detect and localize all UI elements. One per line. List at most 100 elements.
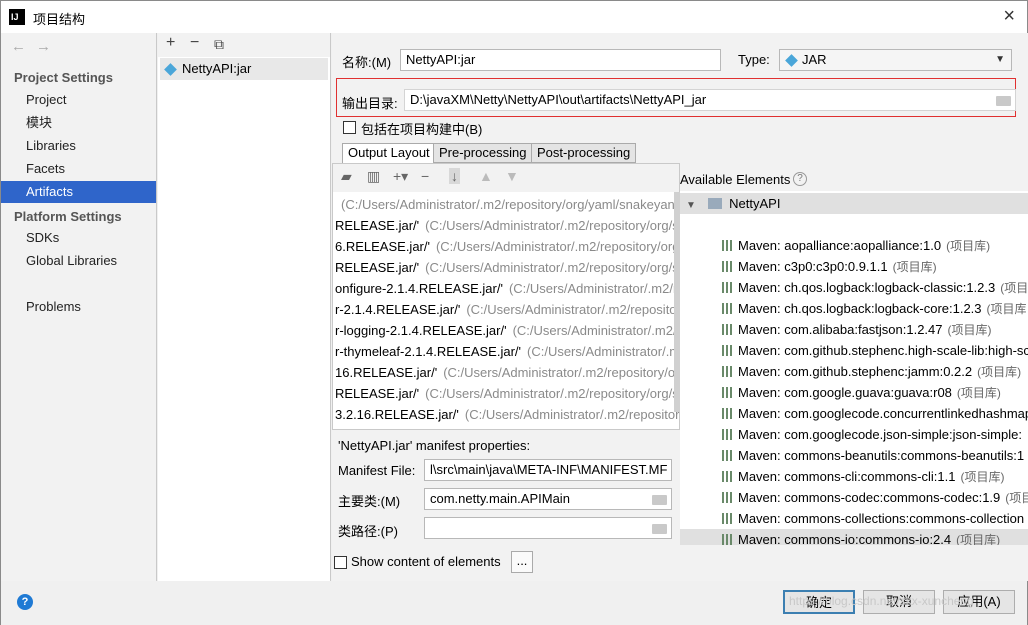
sort-icon[interactable]: ↓ bbox=[449, 168, 460, 184]
sidebar-item-modules[interactable]: 模块 bbox=[1, 112, 156, 134]
back-arrow-icon[interactable]: ← bbox=[11, 38, 36, 55]
new-folder-icon[interactable]: ▰ bbox=[341, 168, 352, 185]
tree-item-maven-library[interactable]: Maven: aopalliance:aopalliance:1.0 (项目库) bbox=[680, 235, 1028, 256]
tree-item-maven-library[interactable]: Maven: commons-io:commons-io:2.4 (项目库) bbox=[680, 529, 1028, 545]
name-label: 名称:(M) bbox=[342, 55, 392, 70]
tree-item-maven-library[interactable]: Maven: com.github.stephenc.high-scale-li… bbox=[680, 340, 1028, 361]
show-content-options-button[interactable]: ... bbox=[511, 551, 533, 573]
layout-row[interactable]: 6.RELEASE.jar/' (C:/Users/Administrator/.… bbox=[335, 236, 679, 257]
layout-row[interactable]: RELEASE.jar/' (C:/Users/Administrator/.m2… bbox=[335, 383, 679, 404]
library-icon bbox=[722, 261, 734, 272]
layout-row-jar: 3.2.16.RELEASE.jar/' bbox=[335, 407, 459, 422]
tree-item-maven-library[interactable]: Maven: com.github.stephenc:jamm:0.2.2 (项目… bbox=[680, 361, 1028, 382]
library-icon bbox=[722, 450, 734, 461]
layout-row[interactable]: RELEASE.jar/' (C:/Users/Administrator/.m2… bbox=[335, 215, 679, 236]
sidebar-item-problems[interactable]: Problems bbox=[1, 296, 156, 318]
layout-row[interactable]: r-thymeleaf-2.1.4.RELEASE.jar/' (C:/Users… bbox=[335, 341, 679, 362]
browse-class-path-icon[interactable] bbox=[652, 524, 667, 534]
library-icon bbox=[722, 408, 734, 419]
tree-item-label: Maven: ch.qos.logback:logback-core:1.2.3 bbox=[738, 301, 982, 316]
main-class-label: 主要类:(M) bbox=[338, 494, 401, 509]
layout-row-path: (C:/Users/Administrator/.m2/repository/o… bbox=[341, 197, 675, 212]
tree-item-maven-library[interactable]: Maven: com.googlecode.json-simple:json-s… bbox=[680, 424, 1028, 445]
add-copy-icon[interactable]: +▾ bbox=[393, 168, 408, 185]
library-icon bbox=[722, 324, 734, 335]
project-settings-header: Project Settings bbox=[14, 70, 113, 85]
available-elements-tree: ▼ NettyAPI Maven: aopalliance:aopallianc… bbox=[680, 191, 1028, 545]
close-icon[interactable]: × bbox=[1003, 5, 1015, 28]
tree-item-label: Maven: commons-collections:commons-colle… bbox=[738, 511, 1025, 526]
name-input[interactable]: NettyAPI:jar bbox=[400, 49, 721, 71]
library-icon bbox=[722, 492, 734, 503]
move-up-icon[interactable]: ▲ bbox=[479, 168, 493, 184]
remove-icon[interactable]: − bbox=[190, 34, 199, 52]
tab-pre-processing[interactable]: Pre-processing bbox=[433, 143, 533, 163]
artifacts-toolbar: + − ⧉ bbox=[158, 33, 330, 57]
chevron-down-icon: ▼ bbox=[995, 54, 1005, 65]
tab-output-layout[interactable]: Output Layout bbox=[342, 143, 436, 163]
layout-row[interactable]: 16.RELEASE.jar/' (C:/Users/Administrator/… bbox=[335, 362, 679, 383]
browse-main-class-icon[interactable] bbox=[652, 495, 667, 505]
add-icon[interactable]: + bbox=[166, 34, 175, 52]
layout-row-path: (C:/Users/Administrator/.m2/repository/o… bbox=[425, 260, 679, 275]
output-directory-input[interactable]: D:\javaXM\Netty\NettyAPI\out\artifacts\N… bbox=[404, 89, 1016, 111]
show-content-checkbox[interactable] bbox=[334, 556, 347, 569]
artifact-detail-panel: 名称:(M) NettyAPI:jar Type: JAR ▼ 输出目录: D:… bbox=[332, 33, 1028, 581]
type-select[interactable]: JAR ▼ bbox=[779, 49, 1012, 71]
sidebar-item-sdks[interactable]: SDKs bbox=[1, 227, 156, 249]
artifact-list-item[interactable]: NettyAPI:jar bbox=[160, 58, 328, 80]
library-icon bbox=[722, 345, 734, 356]
archive-icon[interactable]: ▥ bbox=[367, 168, 380, 185]
include-in-build-checkbox[interactable] bbox=[343, 121, 356, 134]
layout-row[interactable]: (C:/Users/Administrator/.m2/repository/o… bbox=[335, 194, 679, 215]
tree-item-maven-library[interactable]: Maven: c3p0:c3p0:0.9.1.1 (项目库) bbox=[680, 256, 1028, 277]
library-icon bbox=[722, 471, 734, 482]
show-content-label: Show content of elements bbox=[351, 554, 501, 569]
sidebar-item-project[interactable]: Project bbox=[1, 89, 156, 111]
remove-element-icon[interactable]: − bbox=[421, 168, 429, 184]
layout-row-jar: r-logging-2.1.4.RELEASE.jar/' bbox=[335, 323, 507, 338]
layout-row[interactable]: 3.2.16.RELEASE.jar/' (C:/Users/Administra… bbox=[335, 404, 679, 425]
tree-root-label: NettyAPI bbox=[729, 196, 781, 211]
tree-item-maven-library[interactable]: Maven: commons-cli:commons-cli:1.1 (项目库) bbox=[680, 466, 1028, 487]
move-down-icon[interactable]: ▼ bbox=[505, 168, 519, 184]
layout-row-jar: 16.RELEASE.jar/' bbox=[335, 365, 438, 380]
copy-icon[interactable]: ⧉ bbox=[214, 36, 224, 53]
help-icon[interactable]: ? bbox=[793, 172, 807, 186]
tree-item-maven-library[interactable]: Maven: com.google.guava:guava:r08 (项目库) bbox=[680, 382, 1028, 403]
sidebar-item-libraries[interactable]: Libraries bbox=[1, 135, 156, 157]
tree-item-lib-tag: (项目库) bbox=[977, 365, 1022, 379]
layout-row[interactable]: onfigure-2.1.4.RELEASE.jar/' (C:/Users/Ad… bbox=[335, 278, 679, 299]
browse-folder-icon[interactable] bbox=[996, 96, 1011, 106]
class-path-input[interactable] bbox=[424, 517, 672, 539]
nav-arrows: ←→ bbox=[11, 38, 61, 55]
library-icon bbox=[722, 303, 734, 314]
tree-root-nettyapi[interactable]: ▼ NettyAPI bbox=[680, 193, 1028, 214]
main-class-input[interactable]: com.netty.main.APIMain bbox=[424, 488, 672, 510]
tree-item-label: Maven: com.alibaba:fastjson:1.2.47 bbox=[738, 322, 943, 337]
tree-item-label: Maven: com.googlecode.concurrentlinkedha… bbox=[738, 406, 1028, 421]
expand-chevron-icon[interactable]: ▼ bbox=[686, 200, 696, 211]
help-button[interactable]: ? bbox=[17, 594, 33, 610]
sidebar-item-global-libraries[interactable]: Global Libraries bbox=[1, 250, 156, 272]
tree-item-maven-library[interactable]: Maven: com.googlecode.concurrentlinkedha… bbox=[680, 403, 1028, 424]
layout-row[interactable]: RELEASE.jar/' (C:/Users/Administrator/.m2… bbox=[335, 257, 679, 278]
tree-item-label: Maven: com.googlecode.json-simple:json-s… bbox=[738, 427, 1022, 442]
layout-row[interactable]: r-logging-2.1.4.RELEASE.jar/' (C:/Users/A… bbox=[335, 320, 679, 341]
tree-item-maven-library[interactable]: Maven: ch.qos.logback:logback-classic:1.… bbox=[680, 277, 1028, 298]
layout-row[interactable]: r-2.1.4.RELEASE.jar/' (C:/Users/Administr… bbox=[335, 299, 679, 320]
manifest-file-input[interactable]: l\src\main\java\META-INF\MANIFEST.MF bbox=[424, 459, 672, 481]
tree-item-maven-library[interactable]: Maven: ch.qos.logback:logback-core:1.2.3… bbox=[680, 298, 1028, 319]
tree-item-label: Maven: aopalliance:aopalliance:1.0 bbox=[738, 238, 942, 253]
tree-item-maven-library[interactable]: Maven: commons-codec:commons-codec:1.9 (项… bbox=[680, 487, 1028, 508]
sidebar-item-artifacts[interactable]: Artifacts bbox=[1, 181, 156, 203]
tree-item-label: Maven: c3p0:c3p0:0.9.1.1 bbox=[738, 259, 888, 274]
tree-item-maven-library[interactable]: Maven: com.alibaba:fastjson:1.2.47 (项目库) bbox=[680, 319, 1028, 340]
tree-item-maven-library[interactable]: Maven: commons-collections:commons-colle… bbox=[680, 508, 1028, 529]
forward-arrow-icon[interactable]: → bbox=[36, 38, 61, 55]
tree-item-label: Maven: com.github.stephenc:jamm:0.2.2 bbox=[738, 364, 973, 379]
tree-item-maven-library[interactable]: Maven: commons-beanutils:commons-beanuti… bbox=[680, 445, 1028, 466]
sidebar-item-facets[interactable]: Facets bbox=[1, 158, 156, 180]
tree-item-label: Maven: commons-codec:commons-codec:1.9 bbox=[738, 490, 1001, 505]
tab-post-processing[interactable]: Post-processing bbox=[531, 143, 637, 163]
